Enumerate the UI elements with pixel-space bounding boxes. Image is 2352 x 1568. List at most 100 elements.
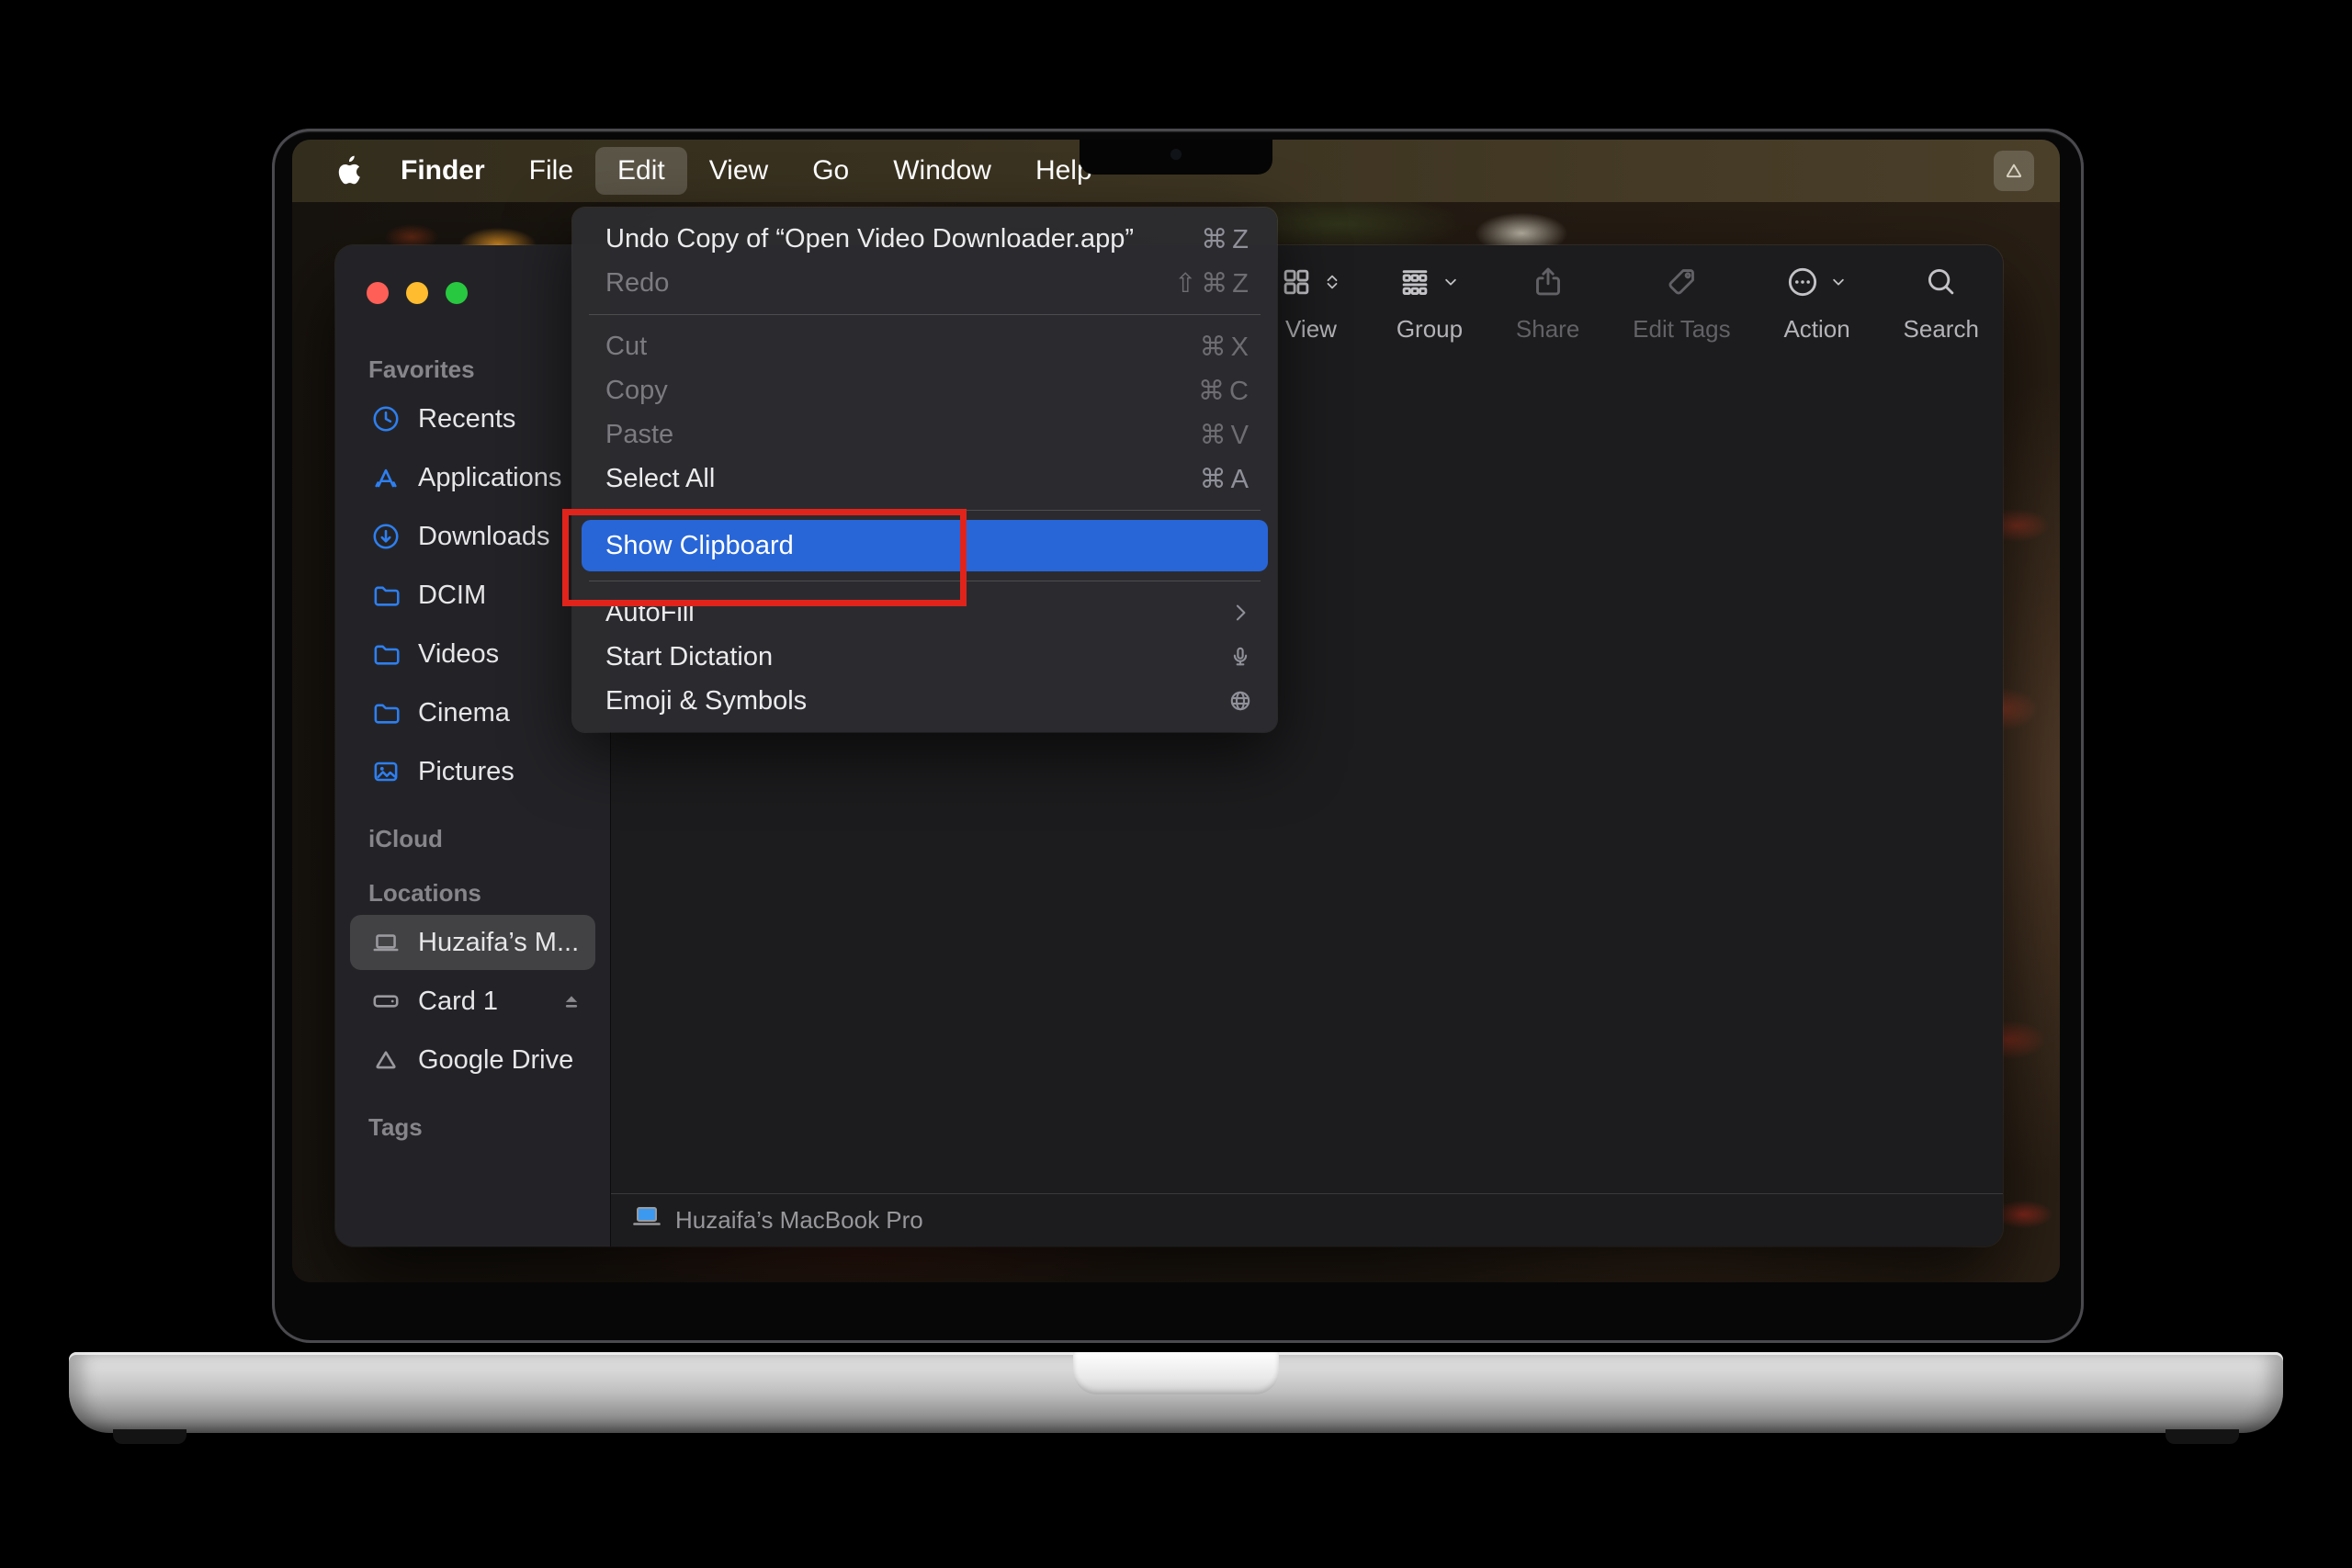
sidebar-item-google-drive[interactable]: Google Drive	[350, 1032, 595, 1088]
menubar-item-finder[interactable]: Finder	[379, 147, 507, 195]
sidebar-section-icloud: iCloud	[368, 825, 595, 853]
menubar-item-window[interactable]: Window	[871, 147, 1013, 195]
sidebar-item-label: Pictures	[418, 757, 514, 787]
menu-item-shortcut: ⌘Z	[1201, 223, 1253, 255]
menu-item-paste[interactable]: Paste ⌘V	[572, 412, 1277, 457]
grid-view-icon	[1279, 265, 1314, 304]
sidebar-item-huzaifa-s-m[interactable]: Huzaifa’s M...	[350, 915, 595, 970]
display-notch	[1080, 140, 1272, 175]
zoom-button[interactable]	[446, 282, 468, 304]
eject-icon[interactable]	[559, 988, 584, 1014]
google-drive-icon[interactable]	[1994, 151, 2034, 191]
lid-lift-notch	[1073, 1352, 1279, 1394]
toolbar-search-button[interactable]: Search	[1904, 264, 1979, 344]
screenshot-stage: FinderFileEditViewGoWindowHelp Favorites…	[0, 0, 2352, 1568]
chevron-down-icon	[1440, 271, 1462, 298]
external-drive-icon	[368, 986, 403, 1017]
minimize-button[interactable]	[406, 282, 428, 304]
macbook-icon	[631, 1204, 662, 1236]
menu-item-undo-copy-of-open-video-downloader-app[interactable]: Undo Copy of “Open Video Downloader.app”…	[572, 217, 1277, 261]
camera-dot	[1170, 149, 1182, 160]
menu-item-shortcut: ⇧⌘Z	[1174, 267, 1253, 299]
menu-item-label: Emoji & Symbols	[605, 686, 807, 716]
menu-item-shortcut: ⌘V	[1200, 419, 1253, 451]
toolbar-label: Edit Tags	[1633, 315, 1730, 344]
app-store-icon	[368, 462, 403, 493]
microphone-icon	[1227, 644, 1253, 670]
base-foot-right	[2165, 1429, 2239, 1444]
folder-icon	[368, 697, 403, 728]
menu-item-label: Start Dictation	[605, 642, 773, 672]
menu-item-label: Cut	[605, 332, 647, 362]
download-circle-icon	[368, 521, 403, 552]
traffic-lights	[350, 282, 595, 304]
chevron-up-down-icon	[1321, 271, 1343, 298]
toolbar-action-button[interactable]: Action	[1783, 264, 1849, 344]
menu-item-shortcut: ⌘C	[1198, 375, 1253, 407]
sidebar-item-label: Google Drive	[418, 1045, 573, 1076]
sidebar-item-downloads[interactable]: Downloads	[350, 509, 595, 564]
menu-item-redo[interactable]: Redo⇧⌘Z	[572, 261, 1277, 305]
chevron-down-icon	[1827, 271, 1849, 298]
toolbar-edit-tags-button: Edit Tags	[1633, 264, 1730, 344]
sidebar-section-tags: Tags	[368, 1113, 595, 1142]
status-bar: Huzaifa’s MacBook Pro	[611, 1193, 2003, 1247]
sidebar-item-label: Cinema	[418, 698, 510, 728]
menubar-item-go[interactable]: Go	[790, 147, 871, 195]
toolbar-icon-row	[1664, 264, 1699, 304]
menu-item-start-dictation[interactable]: Start Dictation	[572, 635, 1277, 679]
menu-item-shortcut: ⌘X	[1200, 331, 1253, 363]
sidebar-item-label: Recents	[418, 404, 515, 434]
macbook-lid: FinderFileEditViewGoWindowHelp Favorites…	[272, 129, 2084, 1343]
toolbar-label: Group	[1396, 315, 1463, 344]
menu-item-shortcut: ⌘A	[1200, 463, 1253, 495]
menubar-item-view[interactable]: View	[687, 147, 790, 195]
sidebar-item-dcim[interactable]: DCIM	[350, 568, 595, 623]
globe-icon	[1227, 688, 1253, 714]
laptop-icon	[368, 927, 403, 958]
menubar-item-file[interactable]: File	[507, 147, 595, 195]
toolbar-icon-row	[1924, 264, 1959, 304]
menu-item-label: Copy	[605, 376, 668, 406]
sidebar-section-locations: Locations	[368, 879, 595, 908]
menu-item-copy[interactable]: Copy ⌘C	[572, 368, 1277, 412]
menu-separator	[589, 314, 1261, 315]
toolbar-icon-row	[1785, 264, 1849, 304]
menu-item-select-all[interactable]: Select All ⌘A	[572, 457, 1277, 501]
finder-sidebar: FavoritesRecentsApplicationsDownloadsDCI…	[335, 245, 611, 1247]
sidebar-item-applications[interactable]: Applications	[350, 450, 595, 505]
toolbar-icon-row	[1397, 264, 1462, 304]
toolbar-label: Action	[1783, 315, 1849, 344]
folder-icon	[368, 580, 403, 611]
toolbar-view-button[interactable]: View	[1279, 264, 1343, 344]
sidebar-item-videos[interactable]: Videos	[350, 626, 595, 682]
status-bar-text: Huzaifa’s MacBook Pro	[675, 1206, 923, 1235]
clock-icon	[368, 403, 403, 434]
sidebar-item-label: Huzaifa’s M...	[418, 928, 579, 958]
base-foot-left	[113, 1429, 187, 1444]
toolbar-label: Share	[1516, 315, 1579, 344]
sidebar-item-card-1[interactable]: Card 1	[350, 974, 595, 1029]
toolbar-icon-row	[1279, 264, 1343, 304]
menu-item-label: Select All	[605, 464, 715, 494]
sidebar-item-recents[interactable]: Recents	[350, 391, 595, 446]
close-button[interactable]	[367, 282, 389, 304]
toolbar-group-button[interactable]: Group	[1396, 264, 1463, 344]
toolbar-label: Search	[1904, 315, 1979, 344]
toolbar-share-button: Share	[1516, 264, 1579, 344]
menu-item-emoji-symbols[interactable]: Emoji & Symbols	[572, 679, 1277, 723]
menubar-item-edit[interactable]: Edit	[595, 147, 687, 195]
group-rows-icon	[1397, 265, 1432, 304]
sidebar-item-cinema[interactable]: Cinema	[350, 685, 595, 740]
google-drive-icon	[368, 1044, 403, 1076]
menu-item-cut[interactable]: Cut ⌘X	[572, 324, 1277, 368]
annotation-highlight-box	[562, 509, 967, 606]
menu-item-label: Undo Copy of “Open Video Downloader.app”	[605, 224, 1134, 254]
sidebar-item-label: Applications	[418, 463, 561, 493]
sidebar-item-pictures[interactable]: Pictures	[350, 744, 595, 799]
share-icon	[1531, 265, 1566, 304]
toolbar-label: View	[1285, 315, 1337, 344]
menu-item-label: Paste	[605, 420, 673, 450]
chevron-right-icon	[1227, 600, 1253, 626]
apple-menu-icon[interactable]	[334, 152, 366, 189]
